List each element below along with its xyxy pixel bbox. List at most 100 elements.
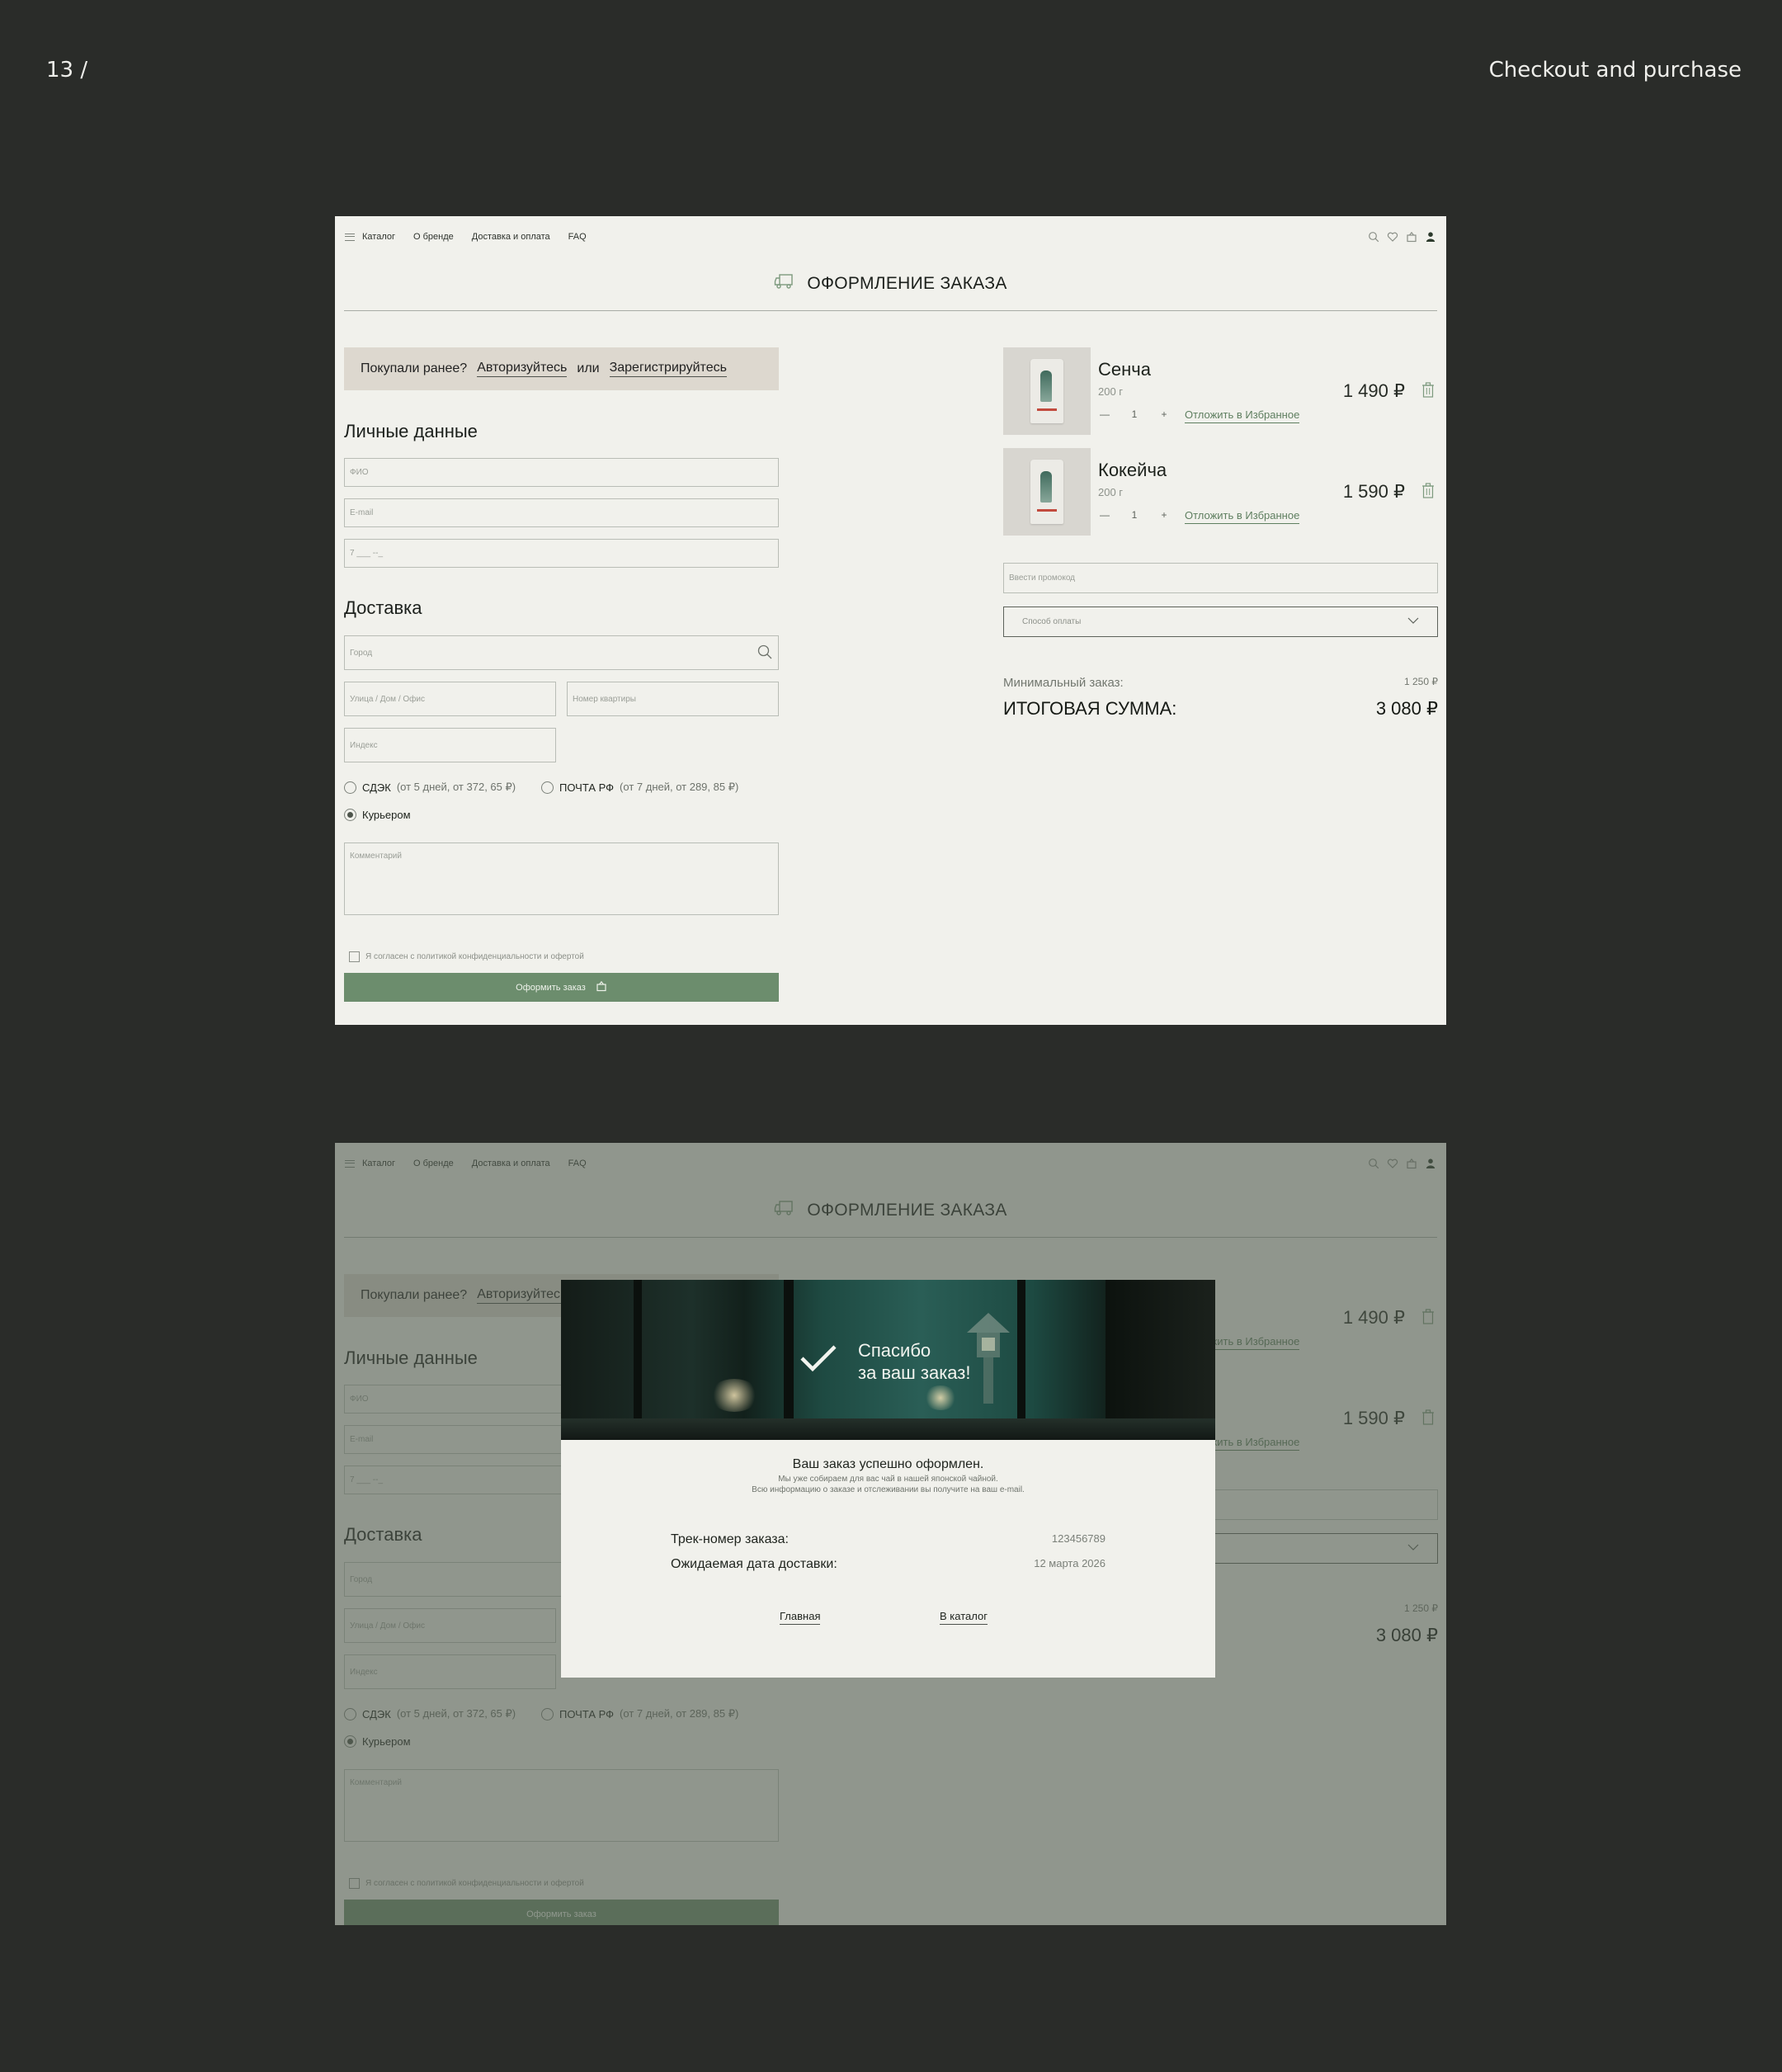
product-weight: 200 г — [1098, 385, 1124, 398]
product-price: 1 490 ₽ — [1342, 380, 1405, 401]
plus-icon[interactable]: + — [1157, 509, 1171, 521]
product-name[interactable]: Сенча — [1098, 359, 1151, 380]
success-subtitle: Мы уже собираем для вас чай в нашей япон… — [561, 1474, 1215, 1495]
banner-question: Покупали ранее? — [361, 361, 468, 375]
radio-button-selected[interactable] — [344, 809, 356, 821]
cart-item: Сенча 200 г — 1 + Отложить в Избранное 1… — [1003, 347, 1438, 435]
date-label: Ожидаемая дата доставки: — [671, 1557, 837, 1571]
add-to-favorites-link[interactable]: Отложить в Избранное — [1185, 408, 1300, 423]
track-number-row: Трек-номер заказа: 123456789 — [671, 1532, 1106, 1547]
apartment-field[interactable]: Номер квартиры — [567, 682, 779, 716]
city-search-icon[interactable] — [757, 644, 773, 663]
product-image[interactable] — [1003, 347, 1091, 435]
comment-field[interactable]: Комментарий — [344, 842, 779, 915]
track-label: Трек-номер заказа: — [671, 1532, 789, 1546]
track-value: 123456789 — [1051, 1532, 1106, 1545]
nav-link-brand[interactable]: О бренде — [413, 232, 454, 242]
quantity-stepper: — 1 + — [1098, 509, 1171, 521]
home-link[interactable]: Главная — [780, 1610, 821, 1625]
phone-field[interactable]: 7 ___ --_ — [344, 539, 779, 568]
option-name: Курьером — [362, 809, 411, 821]
quantity-stepper: — 1 + — [1098, 408, 1171, 420]
success-title: Ваш заказ успешно оформлен. — [792, 1457, 984, 1471]
city-field[interactable]: Город — [344, 635, 779, 670]
total-value: 3 080 ₽ — [1375, 698, 1438, 719]
nav-link-faq[interactable]: FAQ — [568, 232, 587, 242]
basket-icon[interactable] — [1406, 231, 1417, 243]
thanks-line-1: Спасибо — [858, 1340, 931, 1361]
min-order-row: Минимальный заказ: 1 250 ₽ — [1003, 676, 1438, 690]
product-image[interactable] — [1003, 448, 1091, 536]
add-to-favorites-link[interactable]: Отложить в Избранное — [1185, 509, 1300, 524]
agreement-text: Я согласен с политикой конфиденциальност… — [365, 952, 584, 961]
option-name: СДЭК — [362, 781, 391, 794]
radio-button[interactable] — [344, 781, 356, 794]
product-weight: 200 г — [1098, 486, 1124, 498]
subtitle-line-2: Всю информацию о заказе и отслеживании в… — [752, 1485, 1025, 1494]
page-title: ОФОРМЛЕНИЕ ЗАКАЗА — [335, 272, 1446, 295]
quantity-value: 1 — [1131, 509, 1138, 521]
minus-icon[interactable]: — — [1098, 509, 1111, 521]
city-placeholder: Город — [350, 648, 373, 658]
street-field[interactable]: Улица / Дом / Офис — [344, 682, 556, 716]
thanks-line-2: за ваш заказ! — [858, 1362, 971, 1383]
user-icon[interactable] — [1425, 231, 1436, 243]
chevron-down-icon — [1407, 617, 1419, 626]
payment-method-select[interactable]: Способ оплаты — [1003, 606, 1438, 637]
delivery-heading: Доставка — [344, 597, 422, 618]
nav-link-catalog[interactable]: Каталог — [362, 232, 395, 242]
login-link[interactable]: Авторизуйтесь — [477, 361, 568, 377]
modal-hero-image: Спасибо за ваш заказ! — [561, 1280, 1215, 1440]
basket-icon — [596, 980, 607, 994]
product-price: 1 590 ₽ — [1342, 481, 1405, 502]
delivery-option-post[interactable]: ПОЧТА РФ (от 7 дней, от 289, 85 ₽) — [541, 781, 738, 794]
slide-section-title: Checkout and purchase — [1488, 58, 1742, 83]
slide-number: 13 / — [46, 58, 88, 83]
delivery-option-courier[interactable]: Курьером — [344, 809, 411, 821]
email-field[interactable]: E-mail — [344, 498, 779, 527]
banner-or: или — [577, 361, 600, 375]
index-field[interactable]: Индекс — [344, 728, 556, 762]
page-title-text: ОФОРМЛЕНИЕ ЗАКАЗА — [807, 274, 1007, 293]
top-nav: Каталог О бренде Доставка и оплата FAQ — [345, 228, 1436, 246]
date-value: 12 марта 2026 — [1034, 1557, 1106, 1569]
total-row: ИТОГОВАЯ СУММА: 3 080 ₽ — [1003, 698, 1438, 720]
fio-field[interactable]: ФИО — [344, 458, 779, 487]
min-order-label: Минимальный заказ: — [1003, 676, 1124, 690]
heart-icon[interactable] — [1387, 231, 1398, 243]
checkmark-icon — [800, 1345, 837, 1372]
login-banner: Покупали ранее? Авторизуйтесь или Зареги… — [344, 347, 779, 390]
payment-placeholder: Способ оплаты — [1022, 617, 1082, 626]
delivery-date-row: Ожидаемая дата доставки: 12 марта 2026 — [671, 1557, 1106, 1572]
search-icon[interactable] — [1368, 231, 1379, 243]
submit-order-button[interactable]: Оформить заказ — [344, 973, 779, 1002]
title-divider — [344, 310, 1437, 311]
minus-icon[interactable]: — — [1098, 408, 1111, 420]
option-note: (от 7 дней, от 289, 85 ₽) — [620, 781, 739, 793]
catalog-link[interactable]: В каталог — [940, 1610, 988, 1625]
min-order-value: 1 250 ₽ — [1404, 676, 1438, 687]
radio-button[interactable] — [541, 781, 554, 794]
agreement[interactable]: Я согласен с политикой конфиденциальност… — [349, 951, 584, 962]
total-label: ИТОГОВАЯ СУММА: — [1003, 698, 1177, 719]
quantity-value: 1 — [1131, 408, 1138, 420]
nav-link-delivery[interactable]: Доставка и оплата — [472, 232, 550, 242]
delivery-truck-icon — [774, 272, 795, 295]
register-link[interactable]: Зарегистрируйтесь — [609, 361, 727, 377]
trash-icon[interactable] — [1421, 382, 1435, 403]
checkout-page: Каталог О бренде Доставка и оплата FAQ О… — [335, 216, 1446, 1025]
trash-icon[interactable] — [1421, 483, 1435, 503]
agreement-checkbox[interactable] — [349, 951, 360, 962]
product-name[interactable]: Кокейча — [1098, 460, 1167, 481]
cart-item: Кокейча 200 г — 1 + Отложить в Избранное… — [1003, 448, 1438, 536]
menu-icon[interactable] — [345, 233, 355, 241]
plus-icon[interactable]: + — [1157, 408, 1171, 420]
submit-label: Оформить заказ — [516, 982, 586, 993]
thanks-message: Спасибо за ваш заказ! — [858, 1339, 971, 1384]
promo-code-input[interactable]: Ввести промокод — [1003, 563, 1438, 593]
delivery-option-cdek[interactable]: СДЭК (от 5 дней, от 372, 65 ₽) — [344, 781, 516, 794]
option-note: (от 5 дней, от 372, 65 ₽) — [396, 781, 516, 793]
personal-data-heading: Личные данные — [344, 421, 478, 441]
checkout-page-with-modal: Каталог О бренде Доставка и оплата FAQ О… — [335, 1143, 1446, 1925]
header-icons — [1368, 231, 1436, 243]
